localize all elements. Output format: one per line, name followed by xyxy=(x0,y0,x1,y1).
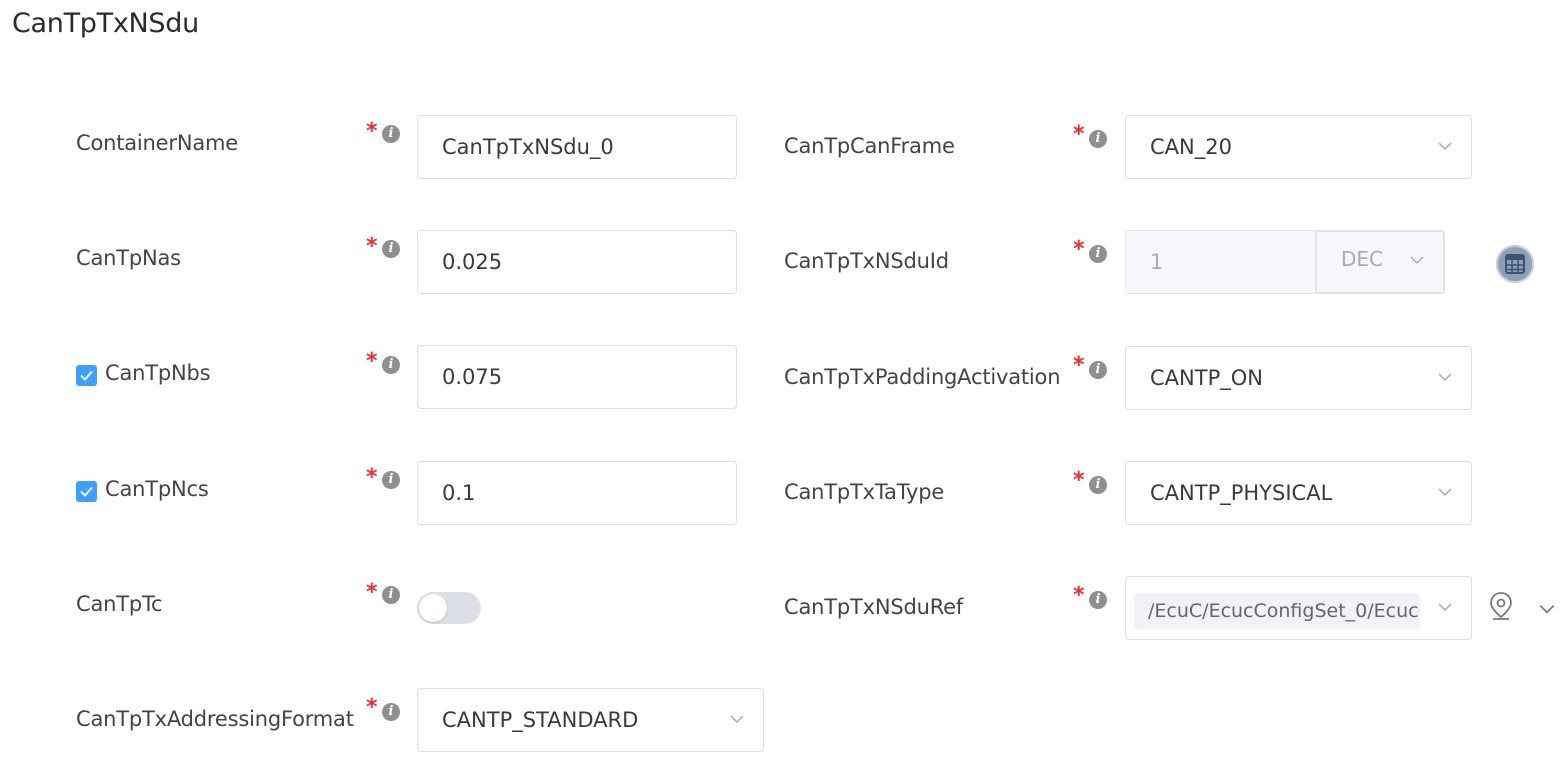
required-mark: * xyxy=(1073,237,1085,262)
container-name-input[interactable]: CanTpTxNSdu_0 xyxy=(417,115,737,179)
addressing-format-label: CanTpTxAddressingFormat xyxy=(76,707,354,731)
ta-type-select[interactable]: CANTP_PHYSICAL xyxy=(1125,461,1472,525)
info-icon[interactable]: i xyxy=(1089,245,1107,263)
info-icon[interactable]: i xyxy=(1089,591,1107,609)
nbs-input[interactable]: 0.075 xyxy=(417,345,737,409)
required-mark: * xyxy=(1073,122,1085,147)
chevron-down-icon xyxy=(1438,488,1452,497)
required-mark: * xyxy=(366,580,378,605)
container-name-label: ContainerName xyxy=(76,131,238,155)
info-icon[interactable]: i xyxy=(1089,476,1107,494)
page-title: CanTpTxNSdu xyxy=(12,8,199,39)
info-icon[interactable]: i xyxy=(1089,361,1107,379)
checkmark-icon xyxy=(80,370,93,381)
required-mark: * xyxy=(1073,353,1085,378)
radix-select[interactable]: DEC xyxy=(1315,231,1444,293)
padding-activation-label: CanTpTxPaddingActivation xyxy=(784,365,1061,389)
calculator-button[interactable] xyxy=(1496,245,1534,283)
info-icon[interactable]: i xyxy=(382,125,400,143)
nas-input[interactable]: 0.025 xyxy=(417,230,737,294)
required-mark: * xyxy=(366,119,378,144)
ncs-input[interactable]: 0.1 xyxy=(417,461,737,525)
location-pin-icon[interactable] xyxy=(1488,591,1514,621)
addressing-format-select[interactable]: CANTP_STANDARD xyxy=(417,688,764,752)
required-mark: * xyxy=(366,234,378,259)
info-icon[interactable]: i xyxy=(382,356,400,374)
chevron-down-icon xyxy=(730,715,744,724)
ncs-checkbox[interactable] xyxy=(76,481,97,502)
nbs-label: CanTpNbs xyxy=(105,361,211,385)
can-frame-label: CanTpCanFrame xyxy=(784,134,955,158)
padding-activation-value: CANTP_ON xyxy=(1150,366,1263,390)
required-mark: * xyxy=(366,465,378,490)
nbs-value: 0.075 xyxy=(442,365,503,389)
info-icon[interactable]: i xyxy=(1089,130,1107,148)
ncs-value: 0.1 xyxy=(442,481,476,505)
nsdu-id-input[interactable]: 1 DEC xyxy=(1125,230,1445,294)
ncs-label: CanTpNcs xyxy=(105,477,209,501)
radix-value: DEC xyxy=(1341,247,1384,271)
required-mark: * xyxy=(366,695,378,720)
required-mark: * xyxy=(1073,583,1085,608)
ta-type-label: CanTpTxTaType xyxy=(784,480,945,504)
calculator-icon xyxy=(1505,254,1525,274)
nas-label: CanTpNas xyxy=(76,246,181,270)
nsdu-ref-label: CanTpTxNSduRef xyxy=(784,595,964,619)
chevron-down-icon xyxy=(1438,142,1452,151)
container-name-value: CanTpTxNSdu_0 xyxy=(442,135,614,159)
toggle-knob xyxy=(419,594,447,622)
nsdu-id-label: CanTpTxNSduId xyxy=(784,249,949,273)
chevron-down-icon xyxy=(1410,256,1424,265)
required-mark: * xyxy=(366,349,378,374)
ta-type-value: CANTP_PHYSICAL xyxy=(1150,481,1333,505)
tc-toggle[interactable] xyxy=(417,592,481,624)
info-icon[interactable]: i xyxy=(382,240,400,258)
expand-chevron-icon[interactable] xyxy=(1538,600,1556,618)
info-icon[interactable]: i xyxy=(382,471,400,489)
nsdu-ref-select[interactable]: /EcuC/EcucConfigSet_0/EcucP xyxy=(1125,576,1472,640)
info-icon[interactable]: i xyxy=(382,586,400,604)
nbs-checkbox[interactable] xyxy=(76,365,97,386)
chevron-down-icon xyxy=(1438,373,1452,382)
nsdu-ref-value: /EcuC/EcucConfigSet_0/EcucP xyxy=(1148,600,1420,622)
can-frame-select[interactable]: CAN_20 xyxy=(1125,115,1472,179)
can-frame-value: CAN_20 xyxy=(1150,135,1232,159)
nsdu-id-value: 1 xyxy=(1150,250,1164,274)
nsdu-ref-tag: /EcuC/EcucConfigSet_0/EcucP xyxy=(1134,593,1420,629)
checkmark-icon xyxy=(80,486,93,497)
chevron-down-icon xyxy=(1438,603,1452,612)
nas-value: 0.025 xyxy=(442,250,503,274)
addressing-format-value: CANTP_STANDARD xyxy=(442,708,639,732)
tc-label: CanTpTc xyxy=(76,592,163,616)
padding-activation-select[interactable]: CANTP_ON xyxy=(1125,346,1472,410)
info-icon[interactable]: i xyxy=(382,703,400,721)
required-mark: * xyxy=(1073,468,1085,493)
